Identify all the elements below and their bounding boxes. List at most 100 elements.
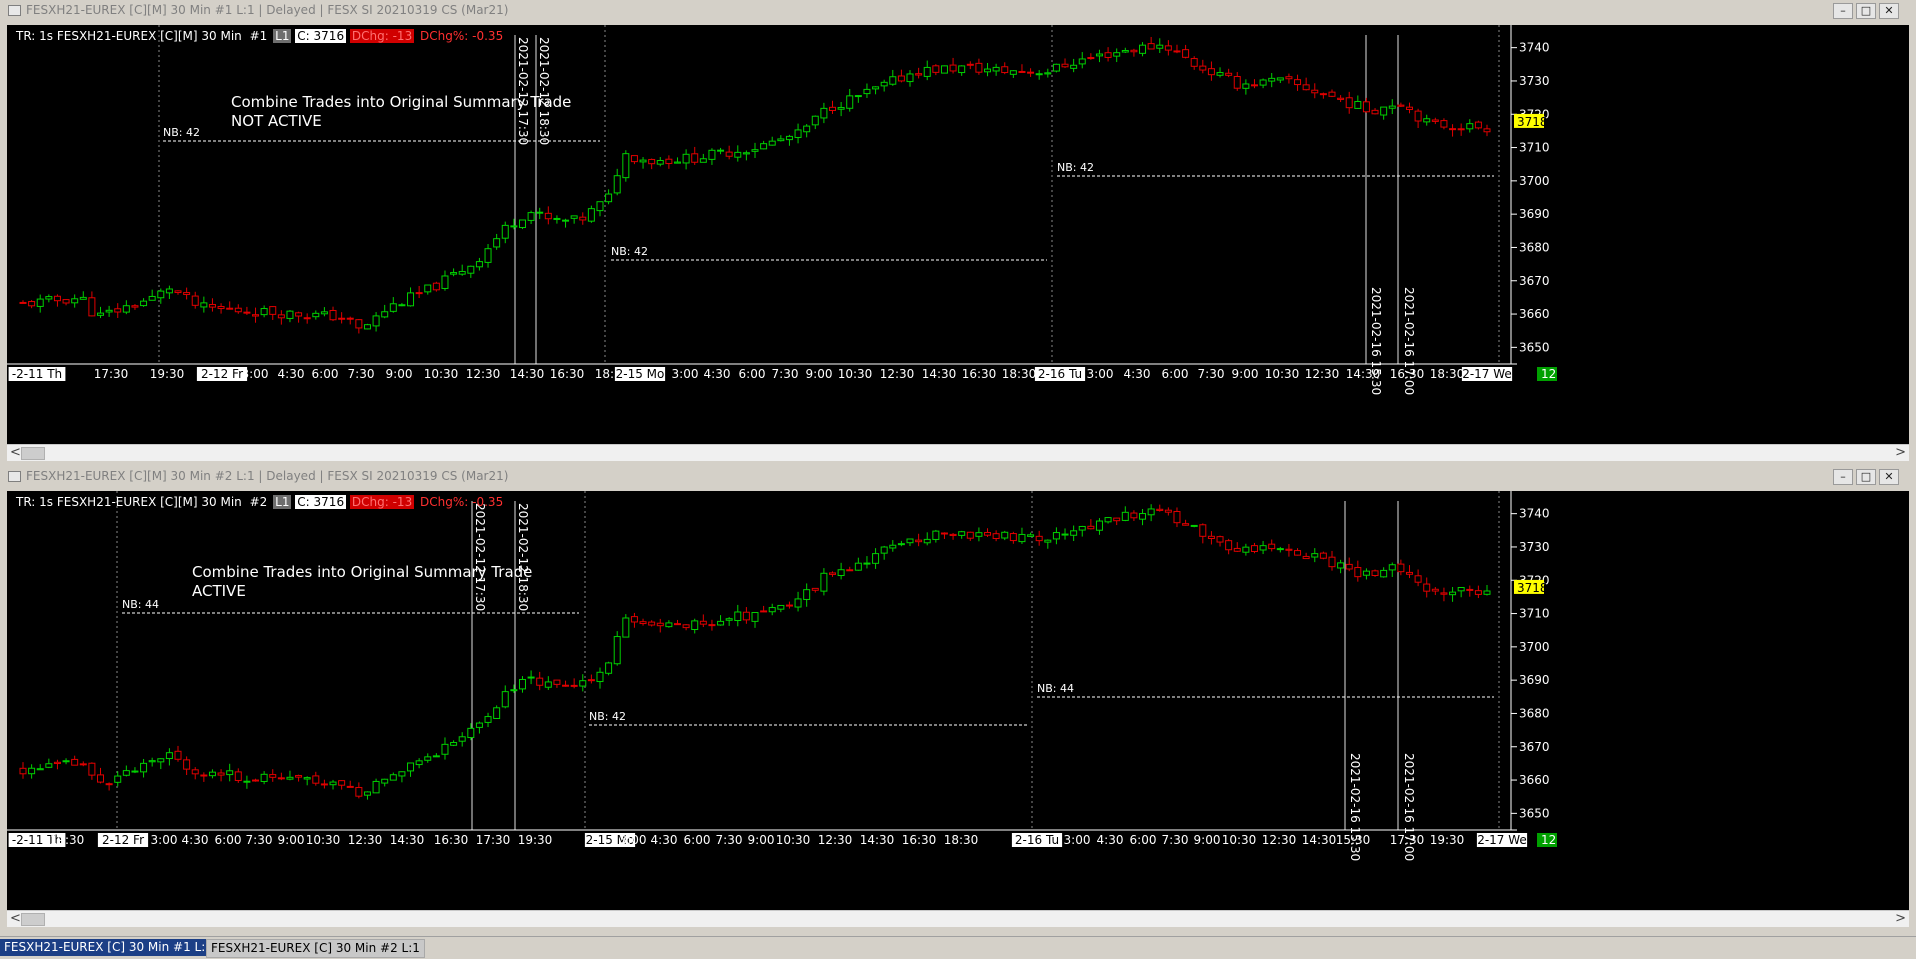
candle-body: [1104, 517, 1112, 523]
candle-body: [863, 562, 871, 565]
window-title-bar[interactable]: FESXH21-EUREX [C][M] 30 Min #2 L:1 | Del…: [0, 466, 1916, 486]
chart-number: #2: [249, 495, 268, 509]
candle-body: [226, 307, 234, 310]
time-axis-label: 19:30: [50, 833, 85, 847]
candle-body: [277, 314, 285, 319]
candle-body: [596, 671, 604, 683]
minimize-icon[interactable]: –: [1833, 469, 1853, 485]
candle-body: [880, 81, 888, 87]
candle-body: [760, 610, 768, 613]
candle-body: [1380, 569, 1388, 578]
candle-body: [1483, 128, 1491, 133]
candle-body: [389, 303, 397, 312]
window-title: FESXH21-EUREX [C][M] 30 Min #2 L:1 | Del…: [26, 469, 509, 483]
price-chart[interactable]: 3740373037203710370036903680367036603650…: [7, 491, 1909, 910]
window-icon: [8, 5, 21, 16]
candle-body: [122, 305, 130, 313]
candle-body: [355, 319, 363, 329]
candle-body: [407, 762, 415, 772]
candle-body: [1147, 43, 1155, 50]
candle-body: [79, 296, 87, 300]
candle-body: [53, 295, 61, 302]
candle-body: [958, 531, 966, 536]
price-tick-label: 3700: [1519, 640, 1550, 654]
horizontal-scrollbar[interactable]: < >: [7, 444, 1909, 461]
price-tick-label: 3700: [1519, 174, 1550, 188]
candle-body: [475, 722, 483, 728]
last-price-label: 3718: [1517, 581, 1548, 595]
candle-body: [1207, 68, 1215, 76]
task-chart-1[interactable]: FESXH21-EUREX [C] 30 Min #1 L:1: [0, 939, 217, 956]
scroll-right-icon[interactable]: >: [1895, 911, 1906, 926]
scroll-right-icon[interactable]: >: [1895, 445, 1906, 460]
horizontal-scrollbar[interactable]: < >: [7, 910, 1909, 927]
time-axis-label: 16:30: [434, 833, 469, 847]
candle-body: [415, 292, 423, 295]
candle-body: [613, 636, 621, 665]
candle-body: [923, 538, 931, 544]
scroll-left-icon[interactable]: <: [10, 911, 21, 926]
window-title-bar[interactable]: FESXH21-EUREX [C][M] 30 Min #1 L:1 | Del…: [0, 0, 1916, 20]
time-axis-label: 14:30: [922, 367, 957, 381]
candle-body: [656, 160, 664, 165]
chart-info-bar: TR: 1s FESXH21-EUREX [C][M] 30 Min #1 L1…: [14, 29, 505, 43]
time-axis-label: 3:00: [242, 367, 269, 381]
candle-body: [234, 307, 242, 313]
candle-body: [587, 208, 595, 222]
candle-body: [587, 679, 595, 682]
candle-body: [208, 771, 216, 777]
time-axis-label: 4:30: [651, 833, 678, 847]
candle-body: [441, 743, 449, 755]
candle-body: [1362, 570, 1370, 576]
candle-body: [329, 309, 337, 321]
candlestick-plot: 3740373037203710370036903680367036603650…: [7, 491, 1557, 861]
time-axis-label: 12:30: [880, 367, 915, 381]
candle-body: [1371, 570, 1379, 577]
scroll-left-icon[interactable]: <: [10, 445, 21, 460]
candle-body: [984, 68, 992, 73]
candle-body: [656, 622, 664, 627]
candle-body: [148, 295, 156, 301]
time-axis-label: 10:30: [1265, 367, 1300, 381]
time-axis-label: 6:00: [312, 367, 339, 381]
candle-body: [966, 531, 974, 539]
candle-body: [915, 73, 923, 76]
candle-body: [742, 152, 750, 155]
candle-body: [450, 272, 458, 275]
maximize-icon[interactable]: □: [1856, 3, 1876, 19]
candle-body: [312, 775, 320, 784]
candle-body: [820, 107, 828, 119]
time-axis-label: 9:00: [806, 367, 833, 381]
minimize-icon[interactable]: –: [1833, 3, 1853, 19]
candle-body: [811, 587, 819, 591]
candle-body: [53, 761, 61, 765]
task-chart-2[interactable]: FESXH21-EUREX [C] 30 Min #2 L:1: [206, 939, 425, 958]
candle-body: [1173, 50, 1181, 53]
time-axis-label: 18:30: [1430, 367, 1465, 381]
candle-body: [1466, 588, 1474, 591]
price-chart[interactable]: 3740373037203710370036903680367036603650…: [7, 25, 1909, 444]
candle-body: [897, 75, 905, 82]
candle-body: [346, 317, 354, 320]
candle-body: [1078, 525, 1086, 531]
candle-body: [1397, 563, 1405, 573]
candle-body: [665, 158, 673, 165]
price-tick-label: 3690: [1519, 673, 1550, 687]
candle-body: [518, 678, 526, 690]
maximize-icon[interactable]: □: [1856, 469, 1876, 485]
close-icon[interactable]: ✕: [1879, 469, 1899, 485]
candle-body: [105, 783, 113, 786]
time-axis-label: 9:00: [386, 367, 413, 381]
candle-body: [1285, 76, 1293, 80]
candle-body: [303, 317, 311, 320]
candle-body: [381, 311, 389, 318]
time-axis-label: 6:00: [215, 833, 242, 847]
scroll-thumb[interactable]: [21, 913, 45, 926]
candle-body: [544, 212, 552, 220]
candle-body: [475, 261, 483, 268]
scroll-thumb[interactable]: [21, 447, 45, 460]
candle-body: [1345, 563, 1353, 570]
price-tick-label: 3740: [1519, 507, 1550, 521]
close-icon[interactable]: ✕: [1879, 3, 1899, 19]
candle-body: [777, 604, 785, 610]
